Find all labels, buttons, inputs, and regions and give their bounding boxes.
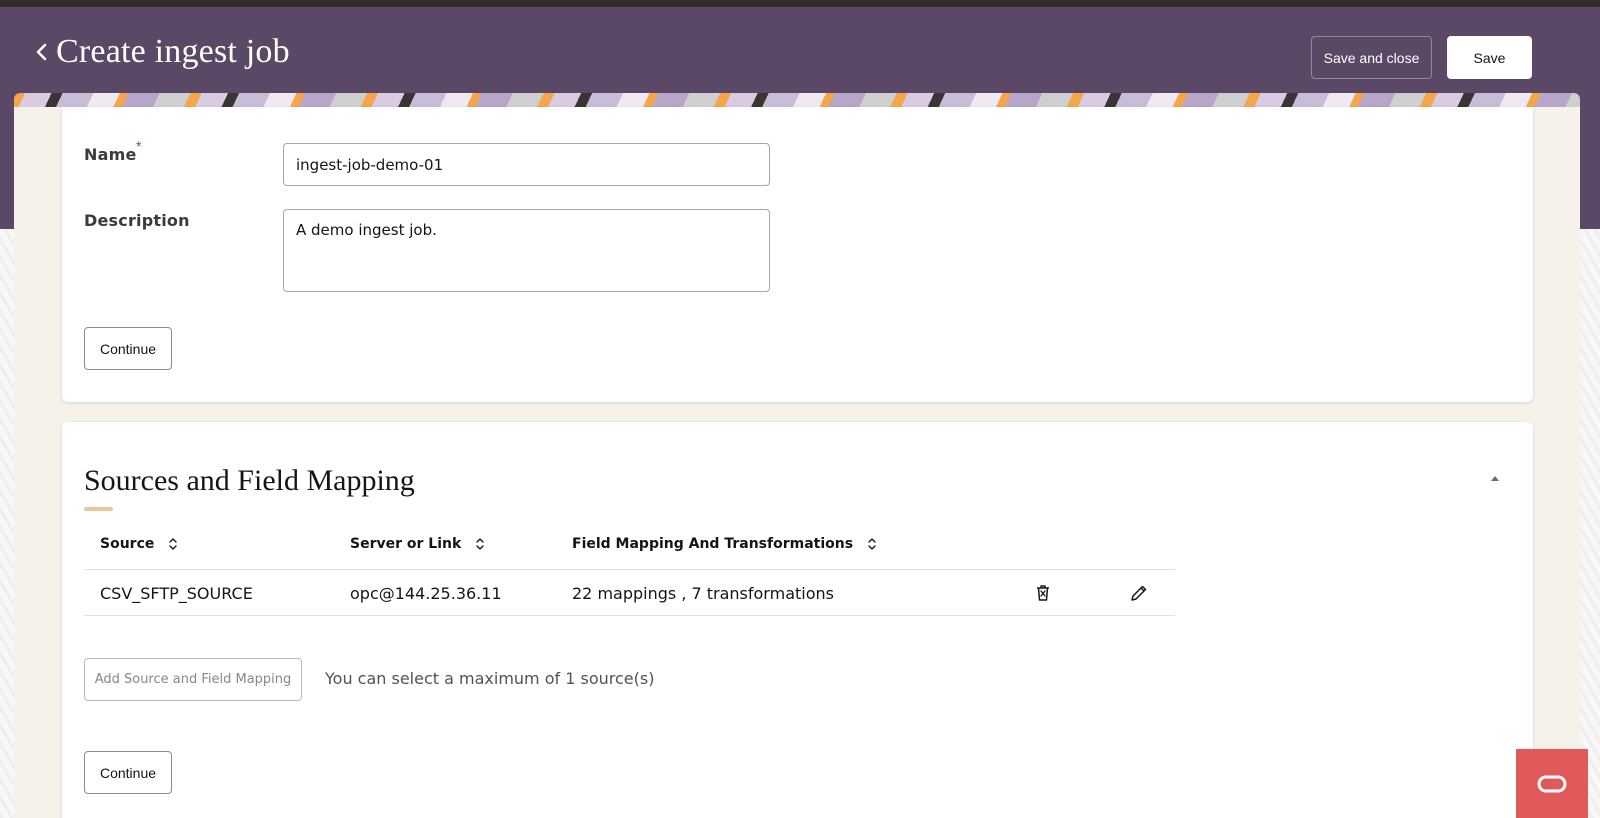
background-pattern-left — [0, 229, 14, 818]
chat-bubble-icon — [1537, 775, 1567, 792]
table-divider — [84, 569, 1175, 570]
description-label: Description — [84, 211, 190, 230]
section-title: Sources and Field Mapping — [84, 464, 415, 497]
description-textarea[interactable]: A demo ingest job. — [283, 209, 770, 292]
column-header-mapping[interactable]: Field Mapping And Transformations — [572, 536, 877, 552]
top-strip — [0, 0, 1600, 7]
name-input[interactable] — [283, 143, 770, 186]
table-divider — [84, 615, 1175, 616]
chevron-left-icon[interactable] — [34, 42, 50, 62]
sort-icon[interactable] — [867, 537, 877, 551]
save-and-close-button[interactable]: Save and close — [1311, 36, 1432, 79]
back-link[interactable]: Create ingest job — [34, 33, 290, 71]
caret-up-icon[interactable] — [1489, 474, 1501, 482]
background-pattern-right — [1580, 229, 1600, 818]
cell-server: opc@144.25.36.11 — [350, 584, 502, 603]
pencil-icon[interactable] — [1129, 583, 1149, 603]
sort-icon[interactable] — [475, 537, 485, 551]
column-header-label: Field Mapping And Transformations — [572, 536, 854, 552]
column-header-label: Server or Link — [350, 536, 462, 552]
cell-mapping: 22 mappings , 7 transformations — [572, 584, 834, 603]
save-button[interactable]: Save — [1447, 36, 1532, 79]
continue-button-sources[interactable]: Continue — [84, 751, 172, 794]
column-header-label: Source — [100, 536, 155, 552]
column-header-source[interactable]: Source — [100, 536, 178, 552]
section-title-underline — [84, 507, 113, 511]
column-header-server[interactable]: Server or Link — [350, 536, 485, 552]
trash-icon[interactable] — [1033, 583, 1053, 603]
add-source-button[interactable]: Add Source and Field Mapping — [84, 658, 302, 701]
max-sources-hint: You can select a maximum of 1 source(s) — [325, 669, 655, 688]
sort-icon[interactable] — [168, 537, 178, 551]
decorative-banner — [14, 93, 1580, 107]
cell-source: CSV_SFTP_SOURCE — [100, 584, 253, 603]
help-chat-button[interactable] — [1516, 749, 1588, 818]
page-title: Create ingest job — [56, 33, 290, 70]
continue-button-basic[interactable]: Continue — [84, 327, 172, 370]
name-label: Name — [84, 145, 137, 164]
required-marker: * — [136, 138, 142, 154]
